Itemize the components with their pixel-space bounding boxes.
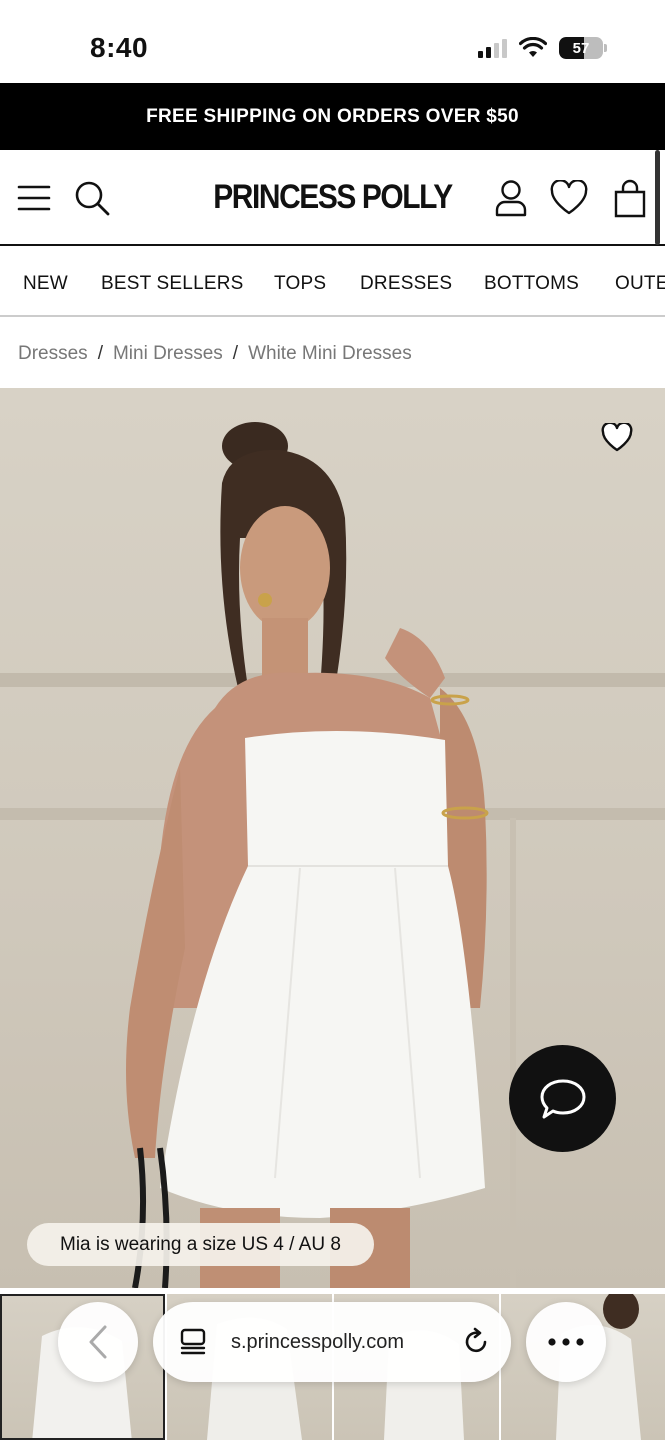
user-icon[interactable]	[491, 178, 531, 218]
site-logo[interactable]: PRINCESS POLLY	[40, 178, 625, 217]
site-header: PRINCESS POLLY	[0, 150, 665, 246]
chat-bubble-icon	[540, 1079, 585, 1118]
address-bar[interactable]: s.princesspolly.com	[153, 1302, 511, 1382]
browser-more-button[interactable]	[526, 1302, 606, 1382]
breadcrumb-separator: /	[232, 343, 239, 364]
chevron-left-icon	[89, 1325, 107, 1359]
nav-item-bottoms[interactable]: BOTTOMS	[484, 273, 579, 295]
more-dots-icon	[548, 1338, 584, 1346]
model-size-caption: Mia is wearing a size US 4 / AU 8	[27, 1223, 374, 1266]
heart-icon[interactable]	[549, 178, 589, 218]
wifi-icon	[519, 37, 547, 57]
add-to-wishlist-button[interactable]	[598, 418, 636, 456]
battery-level: 57	[572, 39, 590, 57]
caption-text: Mia is wearing a size US 4 / AU 8	[60, 1233, 341, 1255]
nav-item-dresses[interactable]: DRESSES	[360, 273, 452, 295]
scroll-indicator	[655, 150, 660, 245]
category-nav: NEW BEST SELLERS TOPS DRESSES BOTTOMS OU…	[0, 247, 665, 317]
product-photo-illustration	[0, 422, 665, 1288]
promo-text: FREE SHIPPING ON ORDERS OVER $50	[146, 105, 519, 127]
breadcrumb-item[interactable]: Dresses	[18, 343, 88, 365]
nav-item-new[interactable]: NEW	[23, 273, 68, 295]
reload-icon[interactable]	[461, 1327, 491, 1357]
status-time: 8:40	[90, 32, 149, 63]
browser-back-button[interactable]	[58, 1302, 138, 1382]
bag-icon[interactable]	[610, 178, 650, 218]
battery-icon: 57	[559, 37, 603, 59]
breadcrumb-separator: /	[97, 343, 103, 364]
promo-banner[interactable]: FREE SHIPPING ON ORDERS OVER $50	[0, 83, 665, 150]
nav-item-outerwear[interactable]: OUTE	[615, 273, 665, 295]
tabs-icon	[180, 1328, 206, 1355]
breadcrumb-item-current[interactable]: White Mini Dresses	[248, 343, 412, 365]
url-text: s.princesspolly.com	[231, 1330, 405, 1353]
nav-item-best-sellers[interactable]: BEST SELLERS	[101, 273, 244, 295]
breadcrumb: Dresses / Mini Dresses / White Mini Dres…	[18, 343, 412, 365]
nav-item-tops[interactable]: TOPS	[274, 273, 326, 295]
status-icons: 57	[478, 37, 607, 59]
heart-icon	[601, 422, 633, 451]
chat-button[interactable]	[509, 1045, 616, 1152]
product-image[interactable]: Mia is wearing a size US 4 / AU 8	[0, 388, 665, 1288]
cell-signal-icon	[478, 38, 507, 58]
breadcrumb-item[interactable]: Mini Dresses	[113, 343, 223, 365]
status-bar: 8:40 57	[0, 0, 665, 82]
